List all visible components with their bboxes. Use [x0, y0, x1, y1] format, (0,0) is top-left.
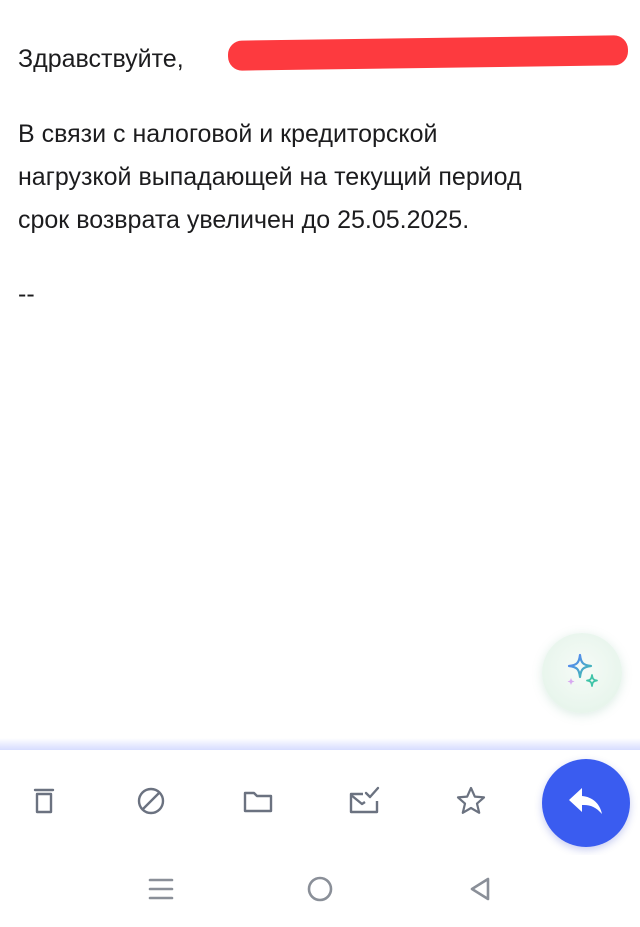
- folder-icon: [242, 785, 274, 822]
- home-icon: [305, 874, 335, 909]
- back-button[interactable]: [465, 876, 495, 906]
- message-line: нагрузкой выпадающей на текущий период: [18, 163, 522, 191]
- trash-icon: [29, 785, 59, 822]
- signature-separator: --: [18, 280, 35, 308]
- mark-read-icon: [348, 785, 380, 822]
- sparkle-icon: [562, 651, 602, 696]
- reply-arrow-icon: [566, 784, 606, 823]
- spam-block-icon: [135, 785, 167, 822]
- move-to-folder-button[interactable]: [242, 787, 274, 819]
- greeting-text: Здравствуйте,: [18, 45, 184, 73]
- message-line: срок возврата увеличен до 25.05.2025.: [18, 206, 470, 234]
- message-line: В связи с налоговой и кредиторской: [18, 120, 438, 148]
- recent-apps-icon: [147, 875, 175, 908]
- greeting-line: Здравствуйте,: [18, 42, 184, 76]
- reply-button[interactable]: [542, 759, 630, 847]
- star-icon: [455, 785, 487, 822]
- favorite-button[interactable]: [455, 785, 487, 822]
- delete-button[interactable]: [28, 787, 60, 819]
- mark-read-button[interactable]: [348, 785, 380, 822]
- message-text: В связи с налоговой и кредиторской нагру…: [18, 113, 618, 242]
- recent-apps-button[interactable]: [146, 876, 176, 906]
- home-button[interactable]: [305, 876, 335, 906]
- redaction-bar: [227, 35, 629, 71]
- back-icon: [466, 875, 494, 908]
- spam-button[interactable]: [135, 787, 167, 819]
- ai-assistant-button[interactable]: [542, 633, 622, 713]
